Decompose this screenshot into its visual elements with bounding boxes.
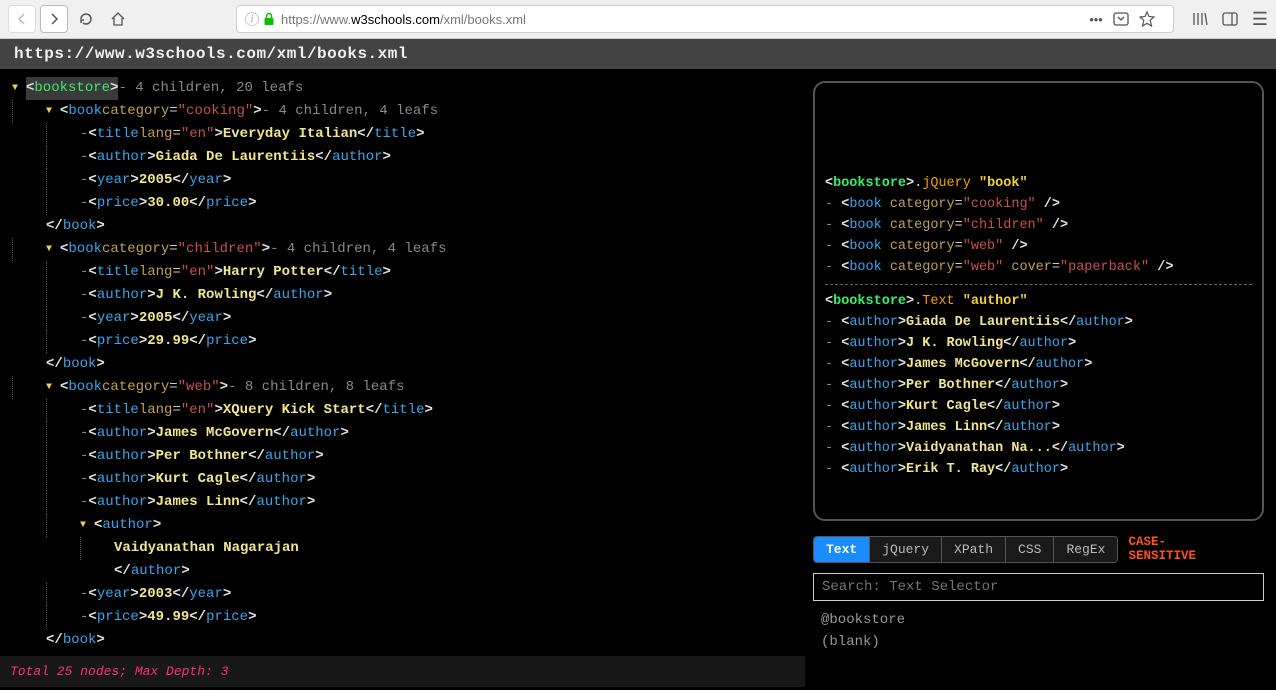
lock-icon: [263, 12, 275, 26]
toggle-icon[interactable]: [46, 238, 60, 261]
tree-row[interactable]: <book category="cooking"> - 4 children, …: [12, 100, 805, 123]
result-row[interactable]: - <author>James Linn</author>: [825, 417, 1252, 438]
tree-row[interactable]: </book>: [12, 215, 805, 238]
tree-row[interactable]: - <price>49.99</price>: [12, 606, 805, 629]
query-header: <bookstore>.jQuery "book": [825, 173, 1252, 194]
info-icon[interactable]: i: [245, 12, 259, 26]
tree-row[interactable]: </book>: [12, 629, 805, 652]
query-header: <bookstore>.Text "author": [825, 291, 1252, 312]
result-row[interactable]: - <book category="web" />: [825, 236, 1252, 257]
result-row[interactable]: - <author>J K. Rowling</author>: [825, 333, 1252, 354]
result-row[interactable]: - <author>Giada De Laurentiis</author>: [825, 312, 1252, 333]
more-icon[interactable]: •••: [1089, 12, 1103, 27]
history-item[interactable]: @bookstore: [821, 609, 1264, 631]
case-sensitive-toggle[interactable]: CASE-SENSITIVE: [1128, 535, 1196, 563]
reader-icon[interactable]: [1113, 12, 1129, 26]
tree-row[interactable]: <book category="children"> - 4 children,…: [12, 238, 805, 261]
tree-row[interactable]: - <author>Per Bothner</author>: [12, 445, 805, 468]
history-item[interactable]: (blank): [821, 631, 1264, 653]
result-row[interactable]: - <book category="cooking" />: [825, 194, 1252, 215]
library-icon[interactable]: [1192, 11, 1208, 27]
result-row[interactable]: - <author>Erik T. Ray</author>: [825, 459, 1252, 480]
result-row[interactable]: - <author>Vaidyanathan Na...</author>: [825, 438, 1252, 459]
toggle-icon[interactable]: [12, 77, 26, 100]
result-row[interactable]: - <author>Kurt Cagle</author>: [825, 396, 1252, 417]
toggle-icon[interactable]: [46, 376, 60, 399]
search-history: @bookstore(blank): [813, 609, 1264, 653]
tree-row[interactable]: - <author>Kurt Cagle</author>: [12, 468, 805, 491]
tree-row[interactable]: - <author>James Linn</author>: [12, 491, 805, 514]
tab-regex[interactable]: RegEx: [1054, 537, 1117, 562]
tree-row[interactable]: </book>: [12, 353, 805, 376]
back-button[interactable]: [8, 5, 36, 33]
tree-row[interactable]: </author>: [12, 560, 805, 583]
xml-tree-panel: <bookstore> - 4 children, 20 leafs <book…: [0, 69, 805, 687]
tree-row[interactable]: - <author>James McGovern</author>: [12, 422, 805, 445]
tree-row[interactable]: - <title lang="en">XQuery Kick Start</ti…: [12, 399, 805, 422]
tree-row[interactable]: Vaidyanathan Nagarajan: [12, 537, 805, 560]
toggle-icon[interactable]: [46, 100, 60, 123]
forward-button[interactable]: [40, 5, 68, 33]
tree-row[interactable]: - <price>30.00</price>: [12, 192, 805, 215]
sidebar-icon[interactable]: [1222, 12, 1238, 26]
page-title: https://www.w3schools.com/xml/books.xml: [0, 39, 1276, 69]
star-icon[interactable]: [1139, 11, 1155, 27]
tree-row[interactable]: - <author>J K. Rowling</author>: [12, 284, 805, 307]
menu-icon[interactable]: ☰: [1252, 9, 1268, 30]
tree-row[interactable]: <bookstore> - 4 children, 20 leafs: [12, 77, 805, 100]
tree-row[interactable]: - <author>Giada De Laurentiis</author>: [12, 146, 805, 169]
tree-row[interactable]: - <year>2005</year>: [12, 307, 805, 330]
status-bar: Total 25 nodes; Max Depth: 3: [0, 656, 805, 687]
tree-row[interactable]: - <year>2005</year>: [12, 169, 805, 192]
tab-css[interactable]: CSS: [1006, 537, 1054, 562]
browser-toolbar: i https://www.w3schools.com/xml/books.xm…: [0, 0, 1276, 39]
reload-button[interactable]: [72, 5, 100, 33]
search-input[interactable]: [813, 573, 1264, 601]
tab-xpath[interactable]: XPath: [942, 537, 1006, 562]
tab-jquery[interactable]: jQuery: [870, 537, 942, 562]
tree-row[interactable]: <author>: [12, 514, 805, 537]
selector-tabs: TextjQueryXPathCSSRegEx: [813, 536, 1118, 563]
tree-row[interactable]: - <year>2003</year>: [12, 583, 805, 606]
tree-row[interactable]: - <title lang="en">Everyday Italian</tit…: [12, 123, 805, 146]
tree-row[interactable]: - <price>29.99</price>: [12, 330, 805, 353]
url-bar[interactable]: i https://www.w3schools.com/xml/books.xm…: [236, 5, 1174, 33]
results-panel: <bookstore>.jQuery "book"- <book categor…: [813, 81, 1264, 521]
home-button[interactable]: [104, 5, 132, 33]
result-row[interactable]: - <book category="web" cover="paperback"…: [825, 257, 1252, 278]
result-row[interactable]: - <author>Per Bothner</author>: [825, 375, 1252, 396]
tab-text[interactable]: Text: [814, 537, 870, 562]
url-text: https://www.w3schools.com/xml/books.xml: [281, 12, 526, 27]
result-row[interactable]: - <author>James McGovern</author>: [825, 354, 1252, 375]
tree-row[interactable]: - <title lang="en">Harry Potter</title>: [12, 261, 805, 284]
result-row[interactable]: - <book category="children" />: [825, 215, 1252, 236]
tree-row[interactable]: <book category="web"> - 8 children, 8 le…: [12, 376, 805, 399]
toggle-icon[interactable]: [80, 514, 94, 537]
